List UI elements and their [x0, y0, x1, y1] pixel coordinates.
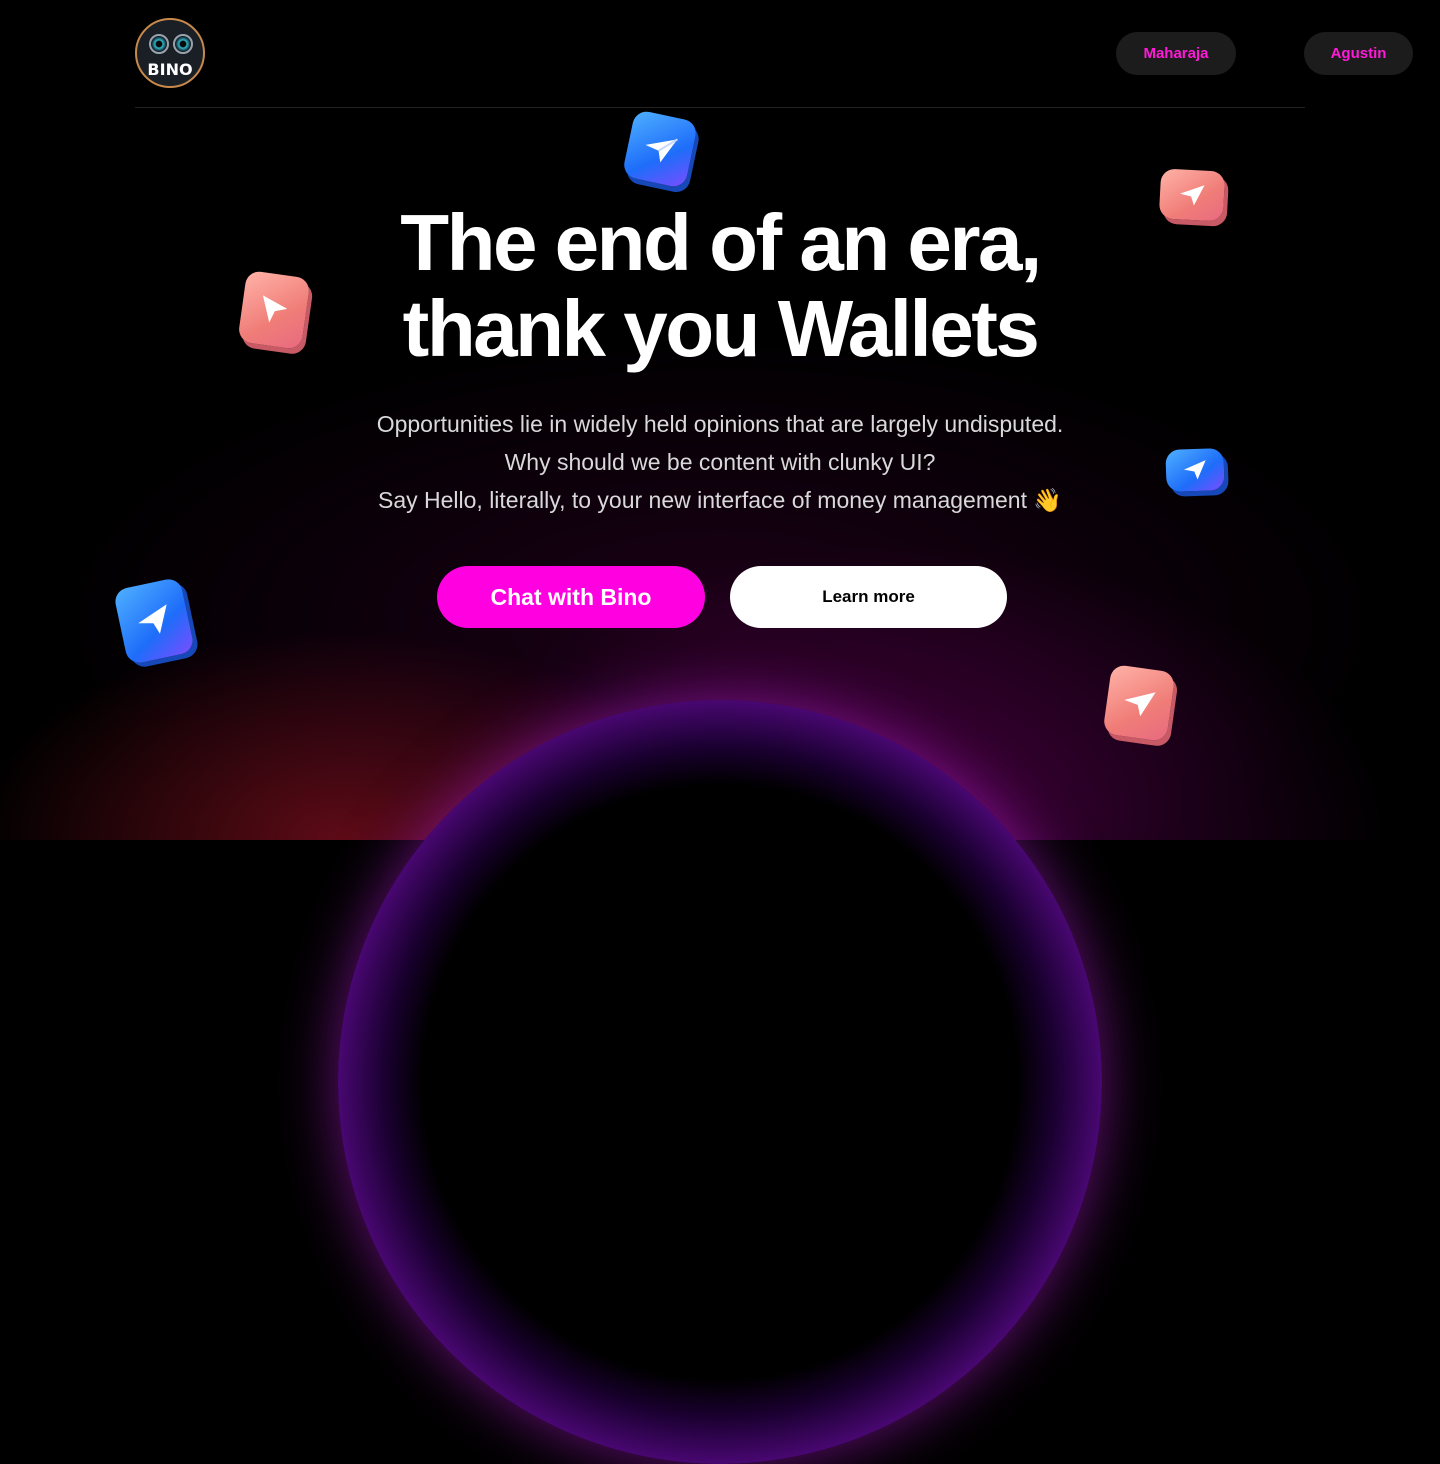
nav-maharaja-button[interactable]: Maharaja — [1116, 32, 1236, 75]
logo-text: BINO — [147, 60, 193, 79]
paper-plane-icon — [645, 138, 678, 163]
paper-plane-icon — [138, 604, 167, 634]
paper-plane-icon — [1124, 692, 1156, 717]
subtitle-line: Say Hello, literally, to your new interf… — [377, 487, 1063, 513]
binocular-right-icon — [173, 34, 193, 54]
hero-title-line1: The end of an era, — [400, 198, 1042, 287]
paper-plane-tile — [1102, 663, 1176, 743]
header: BINO Maharaja Agustin — [135, 0, 1413, 108]
chat-with-bino-button[interactable]: Chat with Bino — [437, 566, 705, 628]
subtitle-line: Opportunities lie in widely held opinion… — [376, 411, 1064, 437]
planet-graphic — [338, 700, 1102, 1464]
binocular-left-icon — [149, 34, 169, 54]
bino-logo[interactable]: BINO — [135, 18, 205, 88]
hero-subtitle: Opportunities lie in widely held opinion… — [0, 405, 1440, 519]
hero-title-line2: thank you Wallets — [402, 284, 1040, 373]
hero-title: The end of an era, thank you Wallets — [0, 200, 1440, 372]
learn-more-button[interactable]: Learn more — [730, 566, 1007, 628]
subtitle-line: Why should we be content with clunky UI? — [504, 449, 936, 475]
nav-agustin-button[interactable]: Agustin — [1304, 32, 1413, 75]
